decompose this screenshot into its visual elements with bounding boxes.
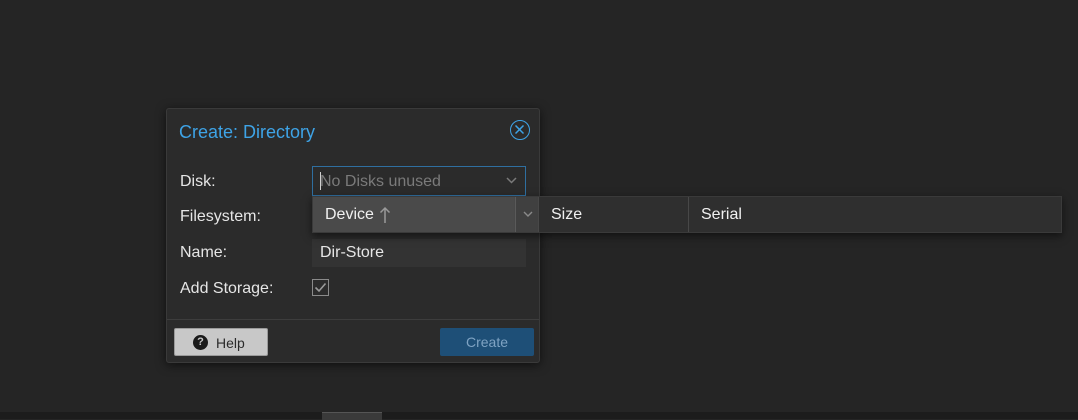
text-caret <box>320 172 321 190</box>
create-button-label: Create <box>465 334 509 350</box>
footer-divider <box>167 319 539 320</box>
checkmark-icon <box>314 282 327 293</box>
column-header-serial[interactable]: Serial <box>689 197 1061 232</box>
chevron-down-icon <box>523 211 533 217</box>
create-button[interactable]: Create <box>440 328 534 356</box>
help-button-label: Help <box>216 335 245 351</box>
disk-picker-header: Device Size Serial <box>312 196 1062 233</box>
add-storage-checkbox[interactable] <box>312 279 329 296</box>
column-header-size[interactable]: Size <box>539 197 689 232</box>
dialog-title: Create: Directory <box>179 122 316 142</box>
column-menu-trigger[interactable] <box>515 197 539 232</box>
create-directory-dialog: Create: Directory Disk: No Disks unused … <box>166 108 540 363</box>
column-label-size: Size <box>551 206 583 223</box>
question-circle-icon: ? <box>193 335 208 350</box>
name-field <box>312 239 526 267</box>
close-button[interactable] <box>510 120 530 140</box>
disk-placeholder: No Disks unused <box>320 173 441 190</box>
chevron-down-icon[interactable] <box>506 177 517 184</box>
disk-label: Disk: <box>180 173 216 190</box>
disk-combobox[interactable]: No Disks unused <box>312 166 526 196</box>
close-icon <box>514 124 525 135</box>
name-label: Name: <box>180 244 228 261</box>
add-storage-label: Add Storage: <box>180 280 274 297</box>
filesystem-label: Filesystem: <box>180 208 261 225</box>
column-header-device[interactable]: Device <box>313 197 515 232</box>
background-strip <box>0 412 1078 419</box>
column-label-serial: Serial <box>701 206 742 223</box>
sort-arrow-up-icon <box>379 206 391 223</box>
help-button[interactable]: ? Help <box>174 328 268 356</box>
column-label-device: Device <box>325 206 374 223</box>
name-input[interactable] <box>312 239 526 267</box>
